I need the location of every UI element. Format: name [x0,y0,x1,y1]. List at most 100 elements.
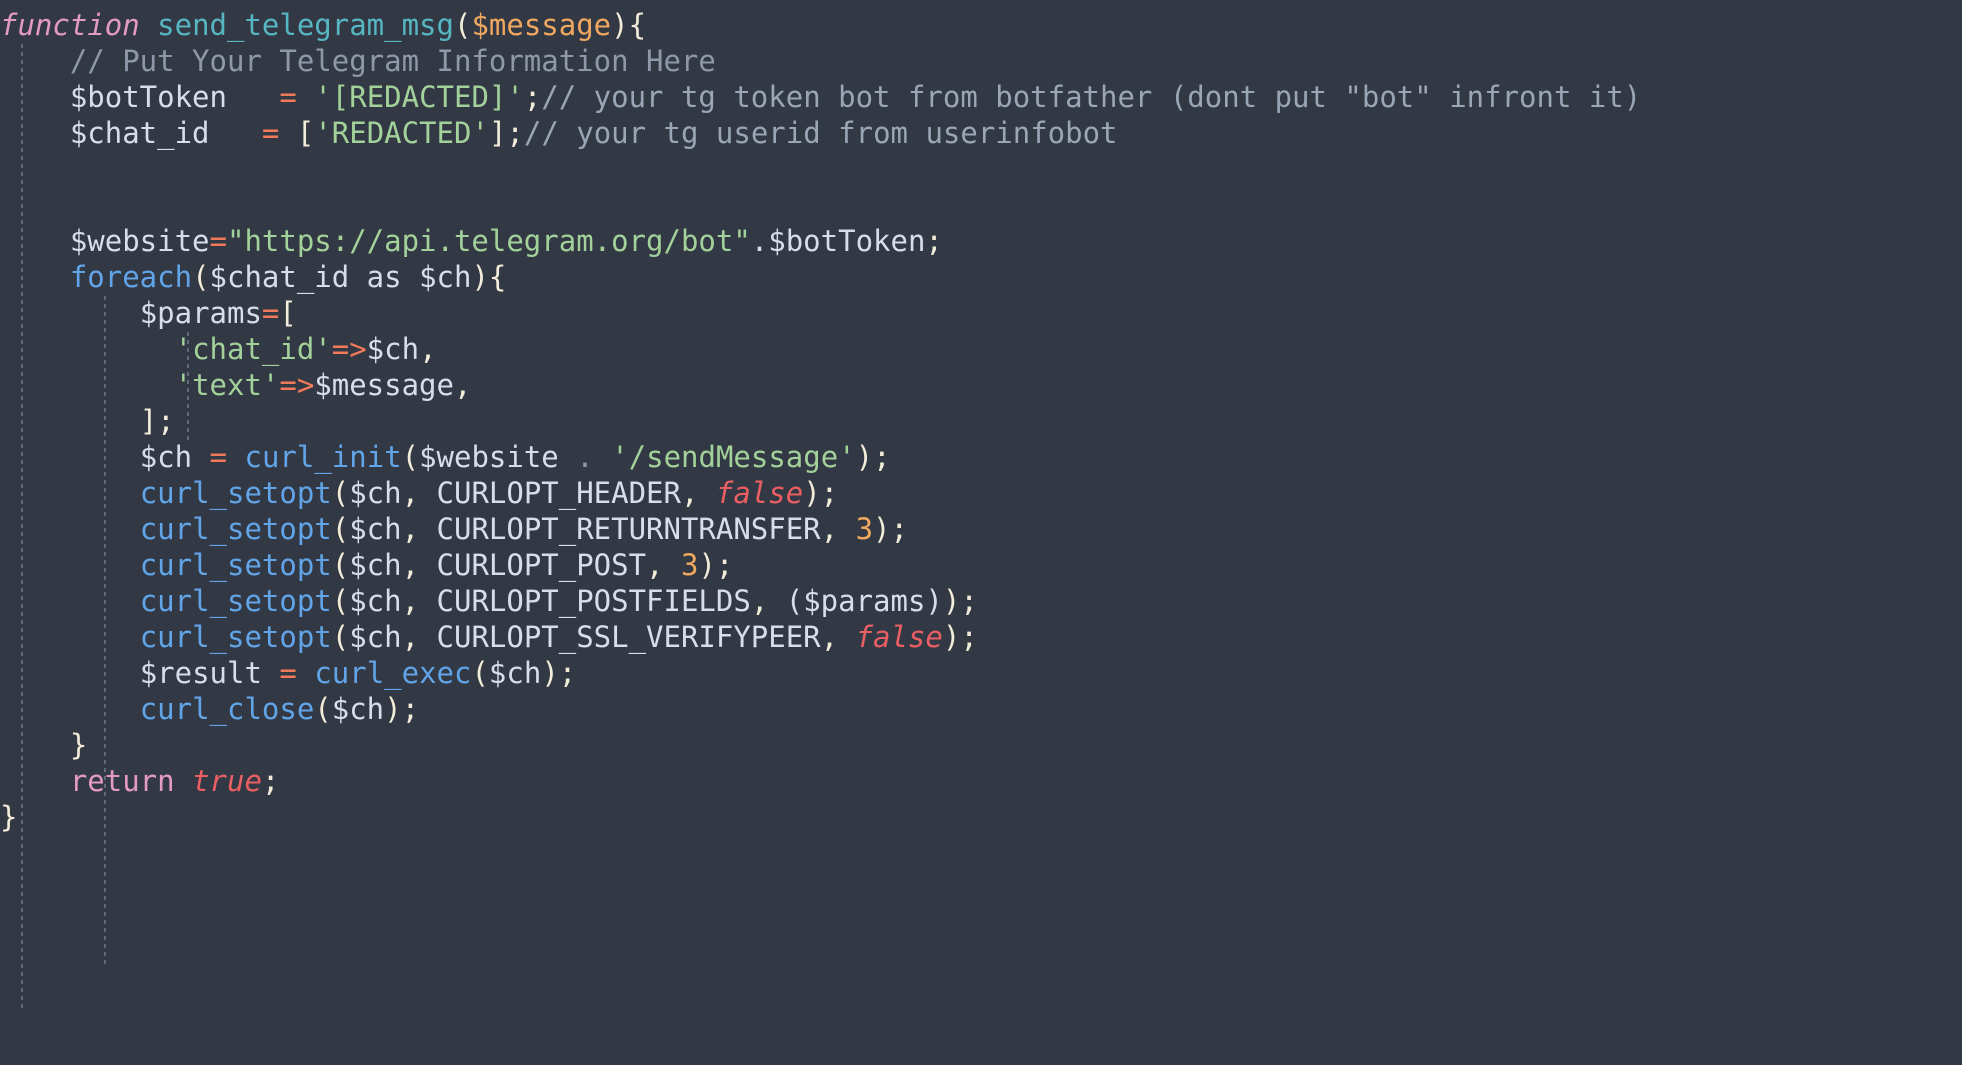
token-call-curl-exec: curl_exec [314,656,472,690]
token-paren-open: ( [192,260,210,294]
token-call-curl-setopt: curl_setopt [139,548,332,582]
token-semicolon: ; [523,80,542,114]
code-line-9: $params=[ [0,295,1962,331]
token-comma2: , [820,620,856,654]
token-constant-curlopt-returntransfer: CURLOPT_RETURNTRANSFER [436,512,821,546]
code-line-19: $result = curl_exec($ch); [0,655,1962,691]
token-space2 [227,440,244,474]
token-variable-website: $website [69,224,210,258]
token-call-curl-setopt: curl_setopt [139,476,332,510]
token-operator-assign: = [209,440,228,474]
token-comma: , [419,332,437,366]
token-paren-close: ) [471,260,489,294]
token-call-curl-close: curl_close [139,692,315,726]
token-paren-close: ) [611,8,629,42]
token-paren-open: ( [401,440,420,474]
token-comment-bottoken: // your tg token bot from botfather (don… [541,80,1642,114]
token-comma: , [453,368,472,402]
code-line-4: $chat_id = ['REDACTED'];// your tg useri… [0,115,1962,151]
code-content[interactable]: function send_telegram_msg($message){ //… [0,0,1962,835]
code-line-11: 'text'=>$message, [0,367,1962,403]
token-variable-ch-ref: $ch [349,512,402,546]
token-constant-curlopt-postfields: CURLOPT_POSTFIELDS [436,584,751,618]
token-paren-open: ( [331,512,350,546]
token-comma: , [401,548,437,582]
token-paren-open: ( [331,476,350,510]
token-space2 [244,116,261,150]
token-paren-open: ( [314,692,332,726]
token-variable-chatid-ref: $chat_id [209,260,350,294]
token-space3 [279,116,296,150]
token-string-bottoken: '[REDACTED]' [314,80,524,114]
token-space2 [297,656,314,690]
token-keyword-as: as [349,260,420,294]
token-comma: , [401,620,437,654]
token-concat-dot: . [576,440,594,474]
token-comment-header: // Put Your Telegram Information Here [69,44,716,78]
token-string-chatid: 'REDACTED' [314,116,489,150]
token-bracket-open: [ [296,116,315,150]
token-brace-open: { [628,8,647,42]
token-paren-open: ( [331,548,350,582]
token-variable-result: $result [139,656,262,690]
token-semicolon: ; [873,440,891,474]
token-operator-assign: = [209,224,227,258]
token-variable-ch-ref: $ch [488,656,542,690]
token-semicolon: ; [261,764,280,798]
code-line-3: $botToken = '[REDACTED]';// your tg toke… [0,79,1962,115]
token-brace-close-foreach: } [69,728,88,762]
token-variable-params-ref: ($params) [785,584,943,618]
token-operator-arrow: => [331,332,367,366]
code-line-12: ]; [0,403,1962,439]
token-variable-ch-ref: $ch [349,620,402,654]
token-paren-close: ) [541,656,559,690]
token-semicolon: ; [715,548,734,582]
code-line-21: } [0,727,1962,763]
token-concat-dot: . [750,224,769,258]
token-string-key-text: 'text' [174,368,280,402]
token-variable-ch-ref: $ch [349,476,402,510]
token-variable-ch: $ch [419,260,472,294]
code-line-23: } [0,799,1962,835]
token-constant-curlopt-header: CURLOPT_HEADER [436,476,681,510]
token-comma: , [401,512,437,546]
token-comma2: , [820,512,856,546]
token-operator-assign: = [279,656,297,690]
token-semicolon: ; [890,512,908,546]
token-boolean-true: true [192,764,262,798]
token-boolean-false: false [855,620,943,654]
token-keyword-function: function [0,8,140,42]
code-line-8: foreach($chat_id as $ch){ [0,259,1962,295]
token-paren-open: ( [453,8,472,42]
token-semicolon: ; [506,116,524,150]
token-variable-ch-ref: $ch [349,548,402,582]
token-number-post: 3 [680,548,699,582]
token-string-key-chatid: 'chat_id' [174,332,332,366]
token-comma2: , [646,548,681,582]
token-bracket-close: ] [488,116,507,150]
token-semicolon: ; [960,620,978,654]
token-semicolon: ; [820,476,839,510]
token-number-returntransfer: 3 [855,512,874,546]
token-paren-close: ) [803,476,821,510]
token-space3 [297,80,314,114]
token-space2 [262,80,279,114]
code-editor-pane[interactable]: function send_telegram_msg($message){ //… [0,0,1962,1065]
token-comma: , [401,584,437,618]
token-variable-ch-ref: $ch [331,692,385,726]
token-brace-open: { [488,260,507,294]
